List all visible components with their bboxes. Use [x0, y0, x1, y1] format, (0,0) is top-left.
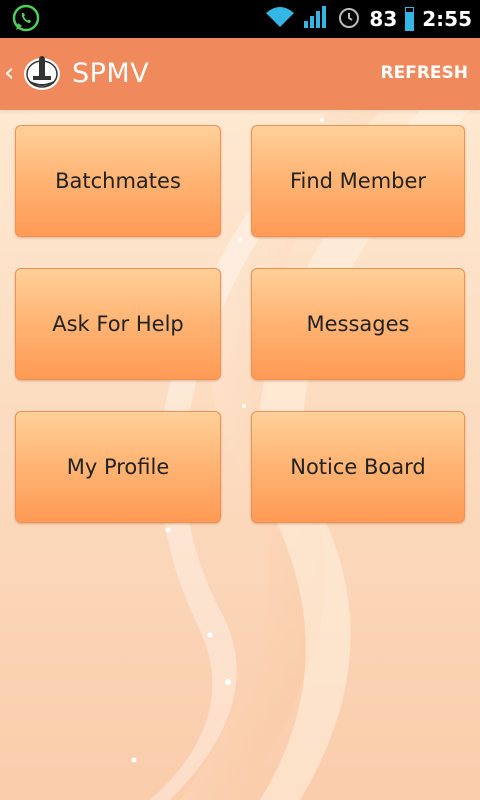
tile-label: Ask For Help — [52, 312, 184, 336]
app-title: SPMV — [72, 58, 150, 89]
my-profile-button[interactable]: My Profile — [15, 411, 221, 523]
tile-label: Messages — [306, 312, 410, 336]
batchmates-button[interactable]: Batchmates — [15, 125, 221, 237]
clock: 2:55 — [422, 7, 472, 31]
refresh-button[interactable]: REFRESH — [381, 60, 469, 86]
status-bar: 83 2:55 — [0, 0, 480, 38]
tile-label: Notice Board — [290, 455, 426, 479]
action-bar: ‹ SPMV REFRESH — [0, 38, 480, 110]
tile-label: My Profile — [66, 455, 170, 479]
tile-label: Batchmates — [55, 169, 181, 193]
app-screen: 83 2:55 ‹ SPMV REFRESH Batchmates Find M… — [0, 0, 480, 800]
battery-icon — [405, 7, 415, 31]
battery-percent: 83 — [369, 7, 398, 31]
alarm-icon — [337, 5, 361, 33]
tile-label: Find Member — [289, 169, 427, 193]
ask-for-help-button[interactable]: Ask For Help — [15, 268, 221, 380]
chevron-left-icon[interactable]: ‹ — [4, 60, 14, 86]
spmv-logo-icon[interactable] — [22, 52, 62, 92]
whatsapp-icon — [12, 4, 40, 36]
messages-button[interactable]: Messages — [251, 268, 465, 380]
wifi-icon — [265, 5, 295, 33]
find-member-button[interactable]: Find Member — [251, 125, 465, 237]
signal-icon — [303, 5, 329, 33]
notice-board-button[interactable]: Notice Board — [251, 411, 465, 523]
